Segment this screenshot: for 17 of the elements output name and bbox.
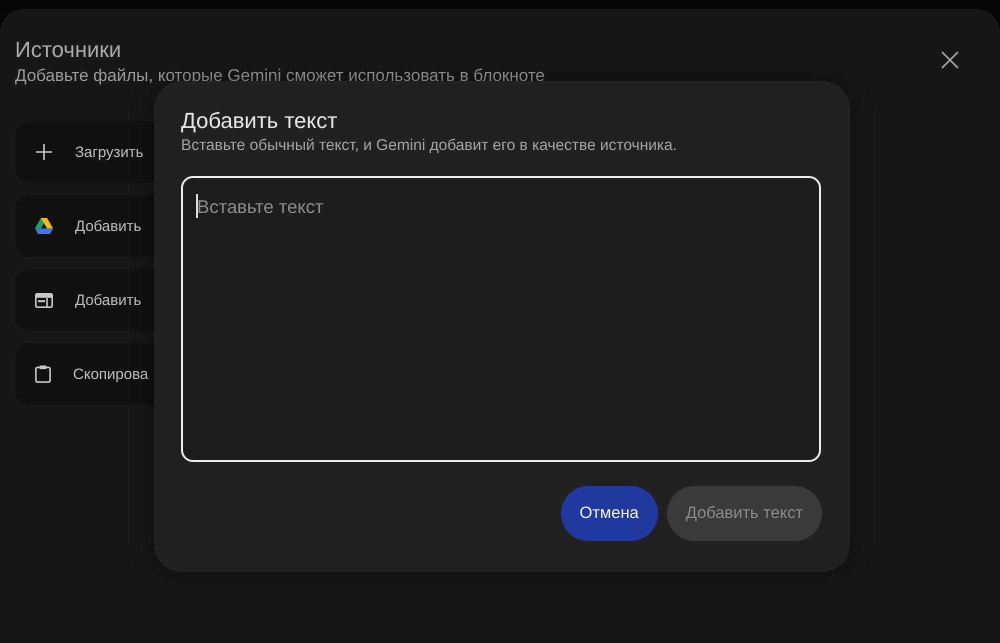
source-option-card[interactable]: Добавить — [15, 195, 154, 257]
close-icon — [941, 51, 959, 69]
source-option-card[interactable]: Загрузить — [15, 121, 154, 183]
clipboard-icon — [35, 365, 51, 383]
source-option-card[interactable]: Добавить — [15, 269, 154, 331]
window-icon — [35, 292, 53, 308]
close-button[interactable] — [941, 51, 959, 69]
dialog-subtitle: Вставьте обычный текст, и Gemini добавит его в качестве источника. — [181, 136, 678, 156]
triangle-logo-icon — [35, 218, 53, 234]
cancel-button[interactable]: Отмена — [560, 486, 658, 541]
dialog-title: Добавить текст — [181, 107, 338, 135]
panel-subtitle: Добавьте файлы, которые Gemini сможет использовать в блокноте — [15, 65, 545, 87]
text-caret-icon — [196, 194, 198, 218]
plus-icon — [35, 143, 53, 161]
source-option-card[interactable]: Скопирова — [15, 343, 154, 405]
panel-title: Источники — [15, 36, 122, 64]
text-input-field[interactable]: Вставьте текст — [181, 176, 821, 462]
